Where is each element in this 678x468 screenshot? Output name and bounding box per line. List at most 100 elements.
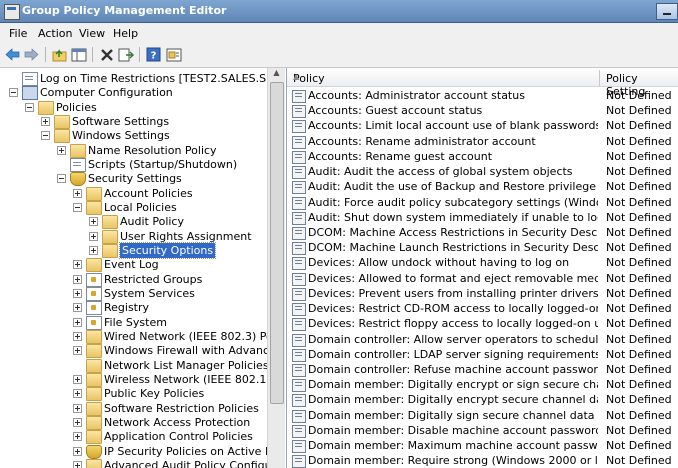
show-hide-tree-icon[interactable] <box>70 46 87 63</box>
tree-item[interactable]: Scripts (Startup/Shutdown) <box>0 157 267 172</box>
menu-action[interactable]: Action <box>38 27 72 40</box>
tree-item[interactable]: Software Settings <box>0 114 267 129</box>
tree-item[interactable]: Computer Configuration <box>0 85 267 101</box>
list-item[interactable]: DCOM: Machine Launch Restrictions in Sec… <box>287 240 678 256</box>
expand-icon[interactable] <box>73 188 82 198</box>
column-header-policy[interactable]: Policy ▲ <box>287 70 600 86</box>
policy-name: Devices: Restrict floppy access to local… <box>308 317 598 331</box>
expand-icon[interactable] <box>73 317 82 327</box>
list-item[interactable]: Audit: Shut down system immediately if u… <box>287 210 678 225</box>
properties-icon[interactable] <box>165 46 182 63</box>
list-item[interactable]: Devices: Allow undock without having to … <box>287 255 678 271</box>
tree-item[interactable]: Network Access Protection <box>0 415 267 430</box>
expand-icon[interactable] <box>57 145 66 155</box>
tree-scroll-thumb[interactable] <box>270 82 284 404</box>
list-item[interactable]: Domain controller: Refuse machine accoun… <box>287 362 678 377</box>
list-item[interactable]: Devices: Prevent users from installing p… <box>287 286 678 301</box>
list-item[interactable]: Devices: Restrict floppy access to local… <box>287 316 678 332</box>
tree-item[interactable]: Account Policies <box>0 186 267 201</box>
list-item[interactable]: Devices: Restrict CD-ROM access to local… <box>287 301 678 317</box>
tree-item[interactable]: Security Options <box>0 241 267 259</box>
menu-view[interactable]: View <box>79 27 105 40</box>
tree-item[interactable]: User Rights Assignment <box>0 229 267 244</box>
tree-item[interactable]: Log on Time Restrictions [TEST2.SALES.SP… <box>0 71 267 86</box>
list-item[interactable]: Domain member: Maximum machine account p… <box>287 438 678 454</box>
tree-item[interactable]: Windows Firewall with Advanced Sec <box>0 343 267 359</box>
list-item[interactable]: Devices: Allowed to format and eject rem… <box>287 271 678 286</box>
tree-item[interactable]: Name Resolution Policy <box>0 143 267 158</box>
list-item[interactable]: Domain member: Digitally encrypt secure … <box>287 392 678 408</box>
collapse-icon[interactable] <box>41 131 50 141</box>
expand-icon[interactable] <box>41 116 50 126</box>
list-item[interactable]: Audit: Audit the use of Backup and Resto… <box>287 179 678 195</box>
minimize-button[interactable] <box>656 3 678 20</box>
collapse-icon[interactable] <box>57 174 66 184</box>
lock-icon <box>86 315 102 330</box>
expand-icon[interactable] <box>89 231 98 241</box>
help-icon[interactable]: ? <box>145 46 162 63</box>
expand-icon[interactable] <box>73 303 82 313</box>
column-header-policy-setting[interactable]: Policy Setting <box>600 70 678 98</box>
list-item[interactable]: Domain member: Digitally sign secure cha… <box>287 408 678 423</box>
menu-help[interactable]: Help <box>113 27 138 40</box>
tree-item[interactable]: Registry <box>0 300 267 316</box>
list-item[interactable]: Domain controller: LDAP server signing r… <box>287 347 678 362</box>
export-list-icon[interactable] <box>117 46 134 63</box>
tree-item[interactable]: Local Policies <box>0 200 267 215</box>
list-item[interactable]: Accounts: Guest account status Not Define… <box>287 103 678 119</box>
list-item[interactable]: Accounts: Administrator account status No… <box>287 88 678 103</box>
tree-item[interactable]: Network List Manager Policies <box>0 358 267 373</box>
collapse-icon[interactable] <box>9 88 18 98</box>
expand-icon[interactable] <box>73 274 82 284</box>
tree-item[interactable]: Event Log <box>0 257 267 273</box>
expand-icon[interactable] <box>73 346 82 356</box>
expand-icon[interactable] <box>73 417 82 427</box>
expand-icon[interactable] <box>73 446 82 456</box>
expand-icon[interactable] <box>73 403 82 413</box>
tree-item[interactable]: System Services <box>0 286 267 301</box>
list-item[interactable]: Accounts: Rename guest account Not Define… <box>287 149 678 164</box>
tree-scrollbar[interactable]: ▲ <box>267 68 285 468</box>
expand-icon[interactable] <box>73 460 82 468</box>
expand-icon[interactable] <box>89 245 98 255</box>
up-folder-icon[interactable] <box>51 46 68 63</box>
tree-item[interactable]: IP Security Policies on Active Director <box>0 444 267 459</box>
menu-file[interactable]: File <box>9 27 27 40</box>
folder-icon <box>102 215 118 230</box>
list-item[interactable]: DCOM: Machine Access Restrictions in Sec… <box>287 225 678 240</box>
expand-icon[interactable] <box>89 217 98 227</box>
list-item[interactable]: Audit: Force audit policy subcategory se… <box>287 195 678 210</box>
list-item[interactable]: Domain member: Require strong (Windows 2… <box>287 453 678 468</box>
expand-icon[interactable] <box>73 374 82 384</box>
scroll-up-arrow-icon[interactable]: ▲ <box>269 68 284 81</box>
collapse-icon[interactable] <box>73 202 82 212</box>
expand-icon[interactable] <box>73 389 82 399</box>
delete-icon[interactable] <box>98 46 115 63</box>
list-item[interactable]: Domain controller: Allow server operator… <box>287 332 678 347</box>
list-item[interactable]: Accounts: Limit local account use of bla… <box>287 118 678 134</box>
tree-item[interactable]: Advanced Audit Policy Configuration <box>0 458 267 468</box>
tree-item[interactable]: Policies <box>0 100 267 115</box>
list-item[interactable]: Domain member: Disable machine account p… <box>287 423 678 438</box>
tree-item[interactable]: Wireless Network (IEEE 802.11) Polic <box>0 372 267 387</box>
expand-icon[interactable] <box>73 260 82 270</box>
console-tree[interactable]: Log on Time Restrictions [TEST2.SALES.SP… <box>0 68 268 468</box>
tree-item[interactable]: Public Key Policies <box>0 386 267 402</box>
tree-item[interactable]: Windows Settings <box>0 128 267 144</box>
expand-icon[interactable] <box>73 331 82 341</box>
list-item[interactable]: Accounts: Rename administrator account No… <box>287 134 678 149</box>
collapse-icon[interactable] <box>25 102 34 112</box>
tree-item[interactable]: Restricted Groups <box>0 272 267 287</box>
forward-arrow-icon[interactable] <box>23 46 40 63</box>
tree-item[interactable]: File System <box>0 315 267 330</box>
tree-item[interactable]: Audit Policy <box>0 214 267 230</box>
list-item[interactable]: Domain member: Digitally encrypt or sign… <box>287 377 678 393</box>
tree-item[interactable]: Wired Network (IEEE 802.3) Policies <box>0 329 267 344</box>
back-arrow-icon[interactable] <box>4 46 21 63</box>
expand-icon[interactable] <box>73 288 82 298</box>
expand-icon[interactable] <box>73 432 82 442</box>
tree-item[interactable]: Application Control Policies <box>0 429 267 445</box>
tree-item[interactable]: Security Settings <box>0 171 267 187</box>
list-item[interactable]: Audit: Audit the access of global system… <box>287 164 678 180</box>
tree-item[interactable]: Software Restriction Policies <box>0 401 267 416</box>
